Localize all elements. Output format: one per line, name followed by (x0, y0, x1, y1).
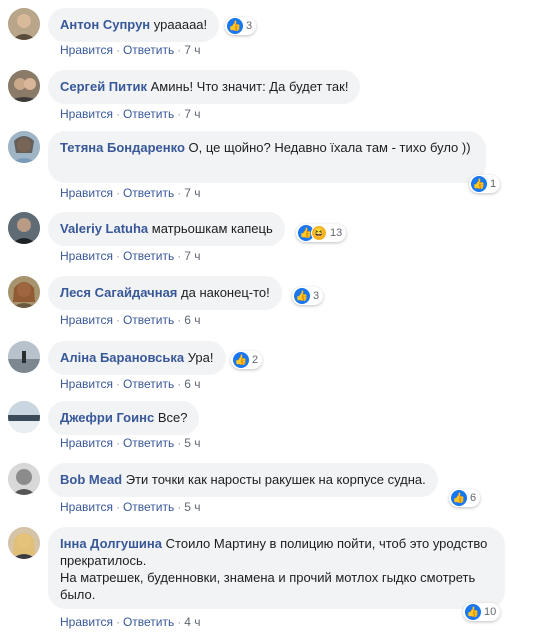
comment-author[interactable]: Bob Mead (60, 472, 122, 487)
thumbs-up-icon: 👍 (451, 490, 467, 506)
comment-actions: Нравится · Ответить · 7 ч (60, 186, 201, 200)
comment: Леся Сагайдачная да наконец-то! 👍 3 Нрав… (8, 276, 533, 328)
comment-text: урааааа! (153, 17, 208, 32)
timestamp[interactable]: 7 ч (184, 43, 200, 57)
thumbs-up-icon: 👍 (294, 288, 310, 304)
comment: Аліна Барановська Ура! 👍 2 Нравится · Отве… (8, 341, 533, 393)
like-link[interactable]: Нравится (60, 186, 113, 200)
reaction-count[interactable]: 👍 3 (292, 287, 324, 305)
comment: Інна Долгушина Стоило Мартину в полицию … (8, 527, 533, 631)
comment-text: О, це щойно? Недавно їхала там - тихо бу… (188, 140, 471, 155)
like-link[interactable]: Нравится (60, 377, 113, 391)
comment-bubble: Bob Mead Эти точки как наросты ракушек н… (48, 463, 438, 497)
comment-bubble: Valeriy Latuha матрьошкам капець (48, 212, 285, 246)
comment-bubble: Антон Супрун урааааа! (48, 8, 220, 42)
comment-author[interactable]: Valeriy Latuha (60, 221, 148, 236)
comment-bubble: Леся Сагайдачная да наконец-то! (48, 276, 282, 310)
like-link[interactable]: Нравится (60, 436, 113, 450)
comment-actions: Нравится · Ответить · 6 ч (60, 377, 201, 391)
thumbs-up-icon: 👍 (471, 176, 487, 192)
reaction-count[interactable]: 👍 3 (225, 17, 257, 35)
comment-text: матрьошкам капець (151, 221, 273, 236)
comment-author[interactable]: Леся Сагайдачная (60, 285, 177, 300)
comment: Тетяна Бондаренко О, це щойно? Недавно ї… (8, 131, 533, 201)
thumbs-up-icon: 👍 (465, 604, 481, 620)
like-link[interactable]: Нравится (60, 313, 113, 327)
avatar[interactable] (8, 276, 40, 308)
comment-text: Аминь! Что значит: Да будет так! (150, 79, 349, 94)
reply-link[interactable]: Ответить (123, 615, 174, 629)
comment: Антон Супрун урааааа! 👍 3 Нравится · Ответ… (8, 8, 533, 58)
comment-text: Ура! (187, 350, 214, 365)
comment-author[interactable]: Тетяна Бондаренко (60, 140, 185, 155)
avatar[interactable] (8, 8, 40, 40)
reply-link[interactable]: Ответить (123, 436, 174, 450)
reply-link[interactable]: Ответить (123, 500, 174, 514)
comment-actions: Нравится · Ответить · 5 ч (60, 500, 201, 514)
reaction-count[interactable]: 👍 10 (463, 603, 501, 621)
reaction-count[interactable]: 👍 1 (469, 175, 501, 193)
avatar[interactable] (8, 527, 40, 559)
comment-author[interactable]: Аліна Барановська (60, 350, 184, 365)
timestamp[interactable]: 4 ч (184, 615, 200, 629)
comment-bubble: Тетяна Бондаренко О, це щойно? Недавно ї… (48, 131, 486, 183)
comment-text-line2: На матрешек, буденновки, знамена и прочи… (60, 570, 476, 602)
comment: Valeriy Latuha матрьошкам капець 👍 😆 13 … (8, 212, 533, 264)
reply-link[interactable]: Ответить (123, 43, 174, 57)
reply-link[interactable]: Ответить (123, 249, 174, 263)
comment-text: Эти точки как наросты ракушек на корпусе… (125, 472, 426, 487)
reply-link[interactable]: Ответить (123, 313, 174, 327)
comment: Джефри Гоинс Все? Нравится · Ответить · 5 ч (8, 401, 533, 451)
reply-link[interactable]: Ответить (123, 377, 174, 391)
comment: Bob Mead Эти точки как наросты ракушек н… (8, 463, 533, 515)
reply-link[interactable]: Ответить (123, 107, 174, 121)
timestamp[interactable]: 7 ч (184, 249, 200, 263)
avatar[interactable] (8, 341, 40, 373)
comment-actions: Нравится · Ответить · 7 ч (60, 107, 201, 121)
comment-bubble: Сергей Питик Аминь! Что значит: Да будет… (48, 70, 361, 104)
like-link[interactable]: Нравится (60, 43, 113, 57)
comment-text: да наконец-то! (181, 285, 270, 300)
avatar[interactable] (8, 401, 40, 433)
avatar[interactable] (8, 70, 40, 102)
avatar[interactable] (8, 131, 40, 163)
timestamp[interactable]: 6 ч (184, 377, 200, 391)
timestamp[interactable]: 7 ч (184, 186, 200, 200)
timestamp[interactable]: 7 ч (184, 107, 200, 121)
comment-actions: Нравится · Ответить · 6 ч (60, 313, 201, 327)
comment-author[interactable]: Антон Супрун (60, 17, 150, 32)
avatar[interactable] (8, 212, 40, 244)
comment-bubble: Аліна Барановська Ура! (48, 341, 226, 375)
laughing-face-icon: 😆 (311, 225, 327, 241)
reply-link[interactable]: Ответить (123, 186, 174, 200)
timestamp[interactable]: 6 ч (184, 313, 200, 327)
reaction-count[interactable]: 👍 😆 13 (296, 224, 347, 242)
comment-text: Все? (157, 410, 188, 425)
reaction-count[interactable]: 👍 6 (449, 489, 481, 507)
like-link[interactable]: Нравится (60, 615, 113, 629)
comment-author[interactable]: Інна Долгушина (60, 536, 162, 551)
thumbs-up-icon: 👍 (233, 352, 249, 368)
comment-author[interactable]: Джефри Гоинс (60, 410, 154, 425)
timestamp[interactable]: 5 ч (184, 500, 200, 514)
comment-bubble: Джефри Гоинс Все? (48, 401, 200, 435)
thumbs-up-icon: 👍 (227, 18, 243, 34)
comment-author[interactable]: Сергей Питик (60, 79, 147, 94)
reaction-count[interactable]: 👍 2 (231, 351, 263, 369)
like-link[interactable]: Нравится (60, 107, 113, 121)
timestamp[interactable]: 5 ч (184, 436, 200, 450)
comment: Сергей Питик Аминь! Что значит: Да будет… (8, 70, 533, 121)
comment-actions: Нравится · Ответить · 7 ч (60, 249, 201, 263)
like-link[interactable]: Нравится (60, 500, 113, 514)
comment-actions: Нравится · Ответить · 4 ч (60, 615, 201, 629)
avatar[interactable] (8, 463, 40, 495)
comment-actions: Нравится · Ответить · 7 ч (60, 43, 201, 57)
like-link[interactable]: Нравится (60, 249, 113, 263)
comment-bubble: Інна Долгушина Стоило Мартину в полицию … (48, 527, 505, 609)
comment-actions: Нравится · Ответить · 5 ч (60, 436, 201, 450)
